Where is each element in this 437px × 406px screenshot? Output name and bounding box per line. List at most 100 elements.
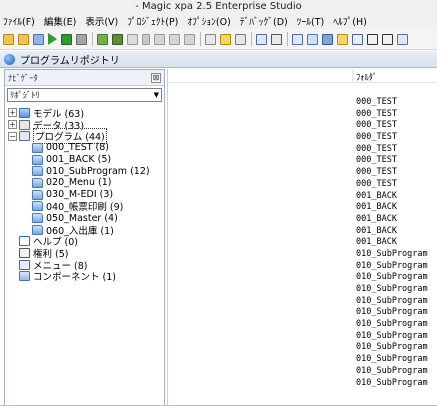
run-program-icon[interactable] [61, 33, 72, 45]
table-row[interactable]: 001_BACK [356, 191, 428, 203]
folder-icon [32, 142, 43, 153]
help-toolbar-icon[interactable] [367, 33, 378, 45]
run-icon[interactable] [48, 33, 57, 45]
data-toolbar-icon[interactable] [271, 33, 282, 45]
toolbar-separator [287, 32, 288, 46]
menu-project[interactable]: ﾌﾟﾛｼﾞｪｸﾄ(P) [127, 14, 178, 28]
table-row[interactable]: 001_BACK [356, 237, 428, 249]
debug-android-icon[interactable] [97, 33, 108, 45]
debug-screen-icon[interactable] [127, 33, 138, 45]
tree-node-label: 001_BACK (5) [46, 154, 112, 166]
table-row[interactable]: 010_SubProgram [356, 378, 428, 390]
menu-options[interactable]: ｵﾌﾟｼｮﾝ(O) [187, 14, 230, 28]
table-row[interactable]: 000_TEST [356, 97, 428, 109]
menu-help[interactable]: ﾍﾙﾌﾟ(H) [333, 14, 367, 28]
program-list-panel: ﾌｫﾙﾀﾞ 000_TEST 000_TEST 000_TEST 000_TES… [167, 69, 437, 406]
table-row[interactable]: 010_SubProgram [356, 296, 428, 308]
magic-wand-icon[interactable] [220, 33, 231, 45]
table-row[interactable]: 010_SubProgram [356, 366, 428, 378]
table-row[interactable]: 000_TEST [356, 144, 428, 156]
navigator-panel: ﾅﾋﾞｹﾞｰﾀ ⊠ ﾘﾎﾟｼﾞﾄﾘ ▼ + モデル (63) + データ (33… [4, 69, 165, 406]
expand-icon[interactable]: + [8, 108, 17, 118]
folder-toolbar-icon[interactable] [307, 33, 318, 45]
folder-icon [32, 201, 43, 212]
table-row[interactable]: 010_SubProgram [356, 319, 428, 331]
folder-icon [32, 224, 43, 235]
tree-node-folder[interactable]: 001_BACK (5) [5, 154, 164, 166]
toolbar [0, 29, 437, 50]
table-row[interactable]: 001_BACK [356, 202, 428, 214]
tree-node-folder[interactable]: 020_Menu (1) [5, 177, 164, 189]
collapse-icon[interactable]: − [8, 131, 17, 141]
menu-toolbar-icon[interactable] [337, 33, 348, 45]
menu-view[interactable]: 表示(V) [85, 14, 118, 28]
pause-icon[interactable] [142, 33, 150, 45]
model-toolbar-icon[interactable] [256, 33, 267, 45]
rights-toolbar-icon[interactable] [322, 33, 333, 45]
expand-icon[interactable]: + [8, 120, 17, 130]
component-toolbar-icon[interactable] [352, 33, 363, 45]
tree-node-folder[interactable]: 040_帳票印刷 (9) [5, 201, 164, 213]
window-title: - Magic xpa 2.5 Enterprise Studio [0, 0, 437, 13]
step-over-icon[interactable] [169, 33, 180, 45]
table-row[interactable]: 010_SubProgram [356, 342, 428, 354]
open-folder-icon[interactable] [18, 33, 29, 45]
table-row[interactable]: 000_TEST [356, 167, 428, 179]
debug-step-icon[interactable] [112, 33, 123, 45]
table-row[interactable]: 010_SubProgram [356, 331, 428, 343]
settings-toolbar-icon[interactable] [397, 33, 408, 45]
table-row[interactable]: 000_TEST [356, 155, 428, 167]
tree-node-folder[interactable]: 010_SubProgram (12) [5, 165, 164, 177]
table-row[interactable]: 001_BACK [356, 226, 428, 238]
save-icon[interactable] [33, 33, 44, 45]
table-row[interactable]: 010_SubProgram [356, 272, 428, 284]
help-icon [19, 236, 30, 247]
stop-icon[interactable] [76, 33, 87, 45]
close-icon[interactable]: ⊠ [151, 72, 161, 83]
menu-tools[interactable]: ﾂｰﾙ(T) [297, 14, 324, 28]
properties-toolbar-icon[interactable] [382, 33, 393, 45]
tree-node-label: コンポーネント (1) [33, 272, 116, 284]
tree-node-folder[interactable]: 060_入出庫 (1) [5, 224, 164, 237]
tree-node-help[interactable]: ヘルプ (0) [5, 236, 164, 248]
menu-icon [19, 259, 30, 270]
tree-node-program[interactable]: − プログラム (44) [5, 128, 164, 145]
table-row[interactable]: 010_SubProgram [356, 261, 428, 273]
toolbar-separator [92, 32, 93, 46]
tree-node-component[interactable]: コンポーネント (1) [5, 271, 164, 283]
table-row[interactable]: 010_SubProgram [356, 249, 428, 261]
tree-node-folder[interactable]: 000_TEST (8) [5, 142, 164, 154]
column-separator[interactable] [352, 69, 353, 83]
table-row[interactable]: 010_SubProgram [356, 284, 428, 296]
document-tab[interactable]: プログラムリポジトリ [0, 51, 437, 68]
folder-column: 000_TEST 000_TEST 000_TEST 000_TEST 000_… [356, 97, 428, 389]
menu-bar: ﾌｧｲﾙ(F) 編集(E) 表示(V) ﾌﾟﾛｼﾞｪｸﾄ(P) ｵﾌﾟｼｮﾝ(O… [0, 13, 437, 29]
menu-debug[interactable]: ﾃﾞﾊﾞｯｸﾞ(D) [240, 14, 288, 28]
program-icon [19, 131, 30, 142]
step-out-icon[interactable] [184, 33, 195, 45]
new-icon[interactable] [3, 33, 14, 45]
document-tab-label: プログラムリポジトリ [20, 55, 120, 67]
data-icon [19, 119, 30, 130]
table-row[interactable]: 000_TEST [356, 179, 428, 191]
step-into-icon[interactable] [154, 33, 165, 45]
table-row[interactable]: 010_SubProgram [356, 307, 428, 319]
table-row[interactable]: 000_TEST [356, 132, 428, 144]
locate-icon[interactable] [235, 33, 246, 45]
folder-column-header[interactable]: ﾌｫﾙﾀﾞ [356, 71, 377, 83]
table-row[interactable]: 010_SubProgram [356, 354, 428, 366]
table-row[interactable]: 001_BACK [356, 214, 428, 226]
program-toolbar-icon[interactable] [292, 33, 303, 45]
folder-icon [32, 177, 43, 188]
repository-combo[interactable]: ﾘﾎﾟｼﾞﾄﾘ ▼ [7, 88, 162, 102]
breakpoint-icon[interactable] [205, 33, 216, 45]
menu-file[interactable]: ﾌｧｲﾙ(F) [3, 14, 35, 28]
table-row[interactable]: 000_TEST [356, 109, 428, 121]
component-icon [19, 271, 30, 282]
model-icon [19, 107, 30, 118]
chevron-down-icon[interactable]: ▼ [154, 91, 159, 99]
folder-icon [32, 213, 43, 224]
table-row[interactable]: 000_TEST [356, 120, 428, 132]
menu-edit[interactable]: 編集(E) [44, 14, 76, 28]
tree-node-model[interactable]: + モデル (63) [5, 107, 164, 120]
